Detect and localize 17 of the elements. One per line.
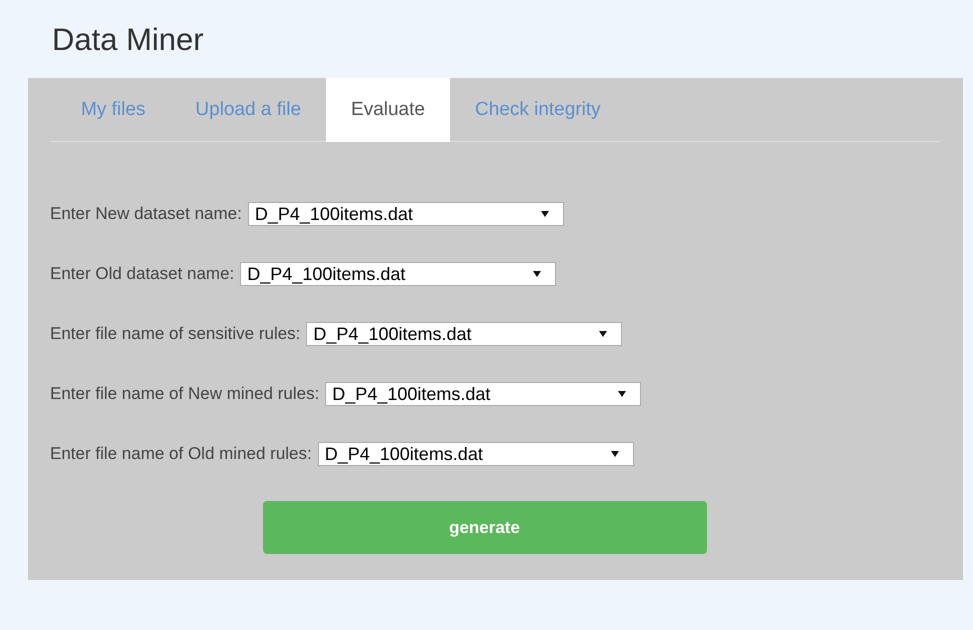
caret-icon — [540, 211, 549, 217]
field-label: Enter file name of Old mined rules: — [50, 443, 312, 466]
dataset-dropdown[interactable]: D_P4_100items.dat — [318, 442, 634, 466]
dataset-dropdown[interactable]: D_P4_100items.dat — [240, 262, 556, 286]
dataset-dropdown[interactable]: D_P4_100items.dat — [248, 202, 564, 226]
caret-icon — [599, 331, 608, 337]
field-label: Enter New dataset name: — [50, 203, 242, 226]
tab[interactable]: Evaluate — [326, 78, 450, 142]
caret-icon — [533, 271, 542, 277]
caret-icon — [610, 451, 619, 457]
field-label: Enter file name of New mined rules: — [50, 383, 320, 406]
page-title: Data Miner — [52, 21, 204, 59]
caret-icon — [618, 391, 626, 397]
field-label: Enter file name of sensitive rules: — [50, 323, 300, 346]
dataset-dropdown[interactable]: D_P4_100items.dat — [325, 382, 642, 406]
field-label: Enter Old dataset name: — [50, 263, 234, 286]
dataset-dropdown[interactable]: D_P4_100items.dat — [306, 322, 622, 346]
